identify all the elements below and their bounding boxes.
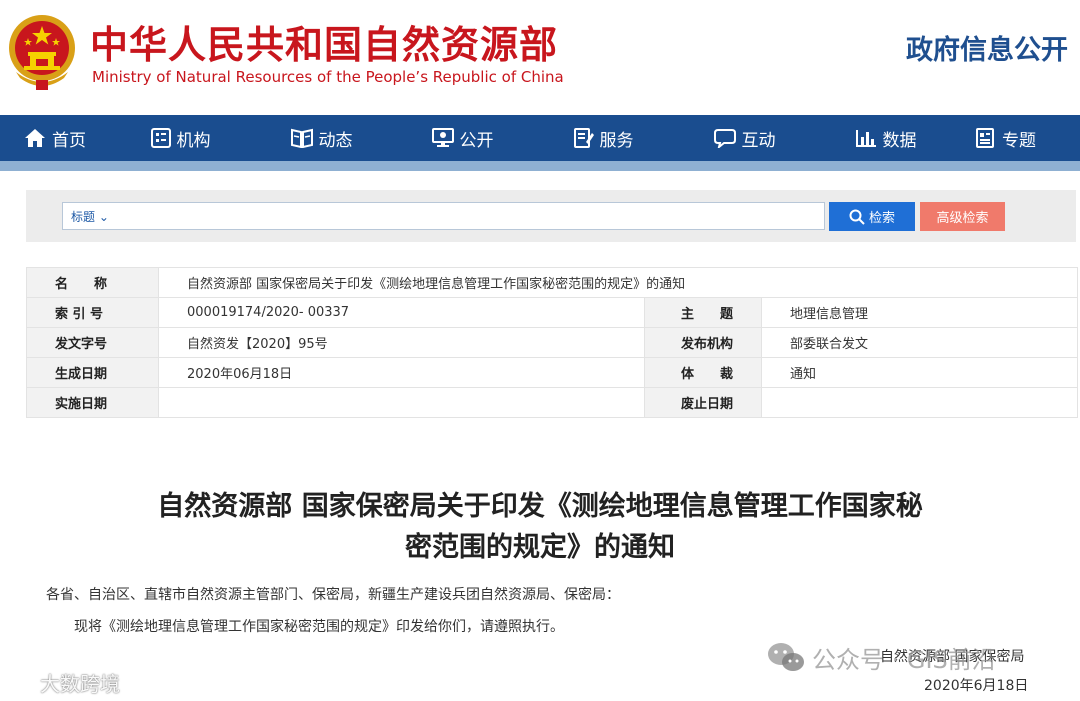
meta-value-genre: 通知 [761,357,1078,388]
advanced-search-button[interactable]: 高级检索 [920,202,1005,231]
meta-label-abol-date: 废止日期 [644,387,762,418]
meta-label-genre: 体 裁 [644,357,762,388]
article-salutation: 各省、自治区、直辖市自然资源主管部门、保密局，新疆生产建设兵团自然资源局、保密局… [46,587,620,603]
nav-label: 服务 [599,130,634,151]
site-header: 中华人民共和国自然资源部 Ministry of Natural Resourc… [0,0,1080,115]
meta-value-name: 自然资源部 国家保密局关于印发《测绘地理信息管理工作国家秘密范围的规定》的通知 [158,267,1078,298]
main-nav: 首页 机构 动态 公开 服务 互动 数据 专题 [0,115,1080,161]
table-row: 生成日期 2020年06月18日 体 裁 通知 [26,357,1078,388]
watermark-left: 大数跨境 [10,668,120,697]
table-row: 名 称 自然资源部 国家保密局关于印发《测绘地理信息管理工作国家秘密范围的规定》… [26,267,1078,298]
table-row: 发文字号 自然资发【2020】95号 发布机构 部委联合发文 [26,327,1078,358]
search-button[interactable]: 检索 [829,202,915,231]
nav-item-home[interactable]: 首页 [0,115,110,161]
watermark-logo-icon [10,674,40,691]
meta-value-topic: 地理信息管理 [761,297,1078,328]
nav-divider [0,161,1080,171]
document-edit-icon [573,128,594,148]
nav-label: 公开 [459,130,494,151]
watermark-left-text: 大数跨境 [40,672,120,696]
nav-label: 数据 [882,130,917,151]
nav-label: 专题 [1002,130,1036,151]
nav-item-topics[interactable]: 专题 [956,115,1056,161]
document-metadata-table: 名 称 自然资源部 国家保密局关于印发《测绘地理信息管理工作国家秘密范围的规定》… [26,267,1078,418]
meta-value-abol-date [761,387,1078,418]
national-emblem-icon [9,15,75,90]
home-icon [25,129,45,147]
nav-item-news[interactable]: 动态 [251,115,392,161]
wechat-icon [768,642,804,671]
table-row: 实施日期 废止日期 [26,387,1078,418]
chat-icon [713,129,736,148]
meta-label-index: 索 引 号 [26,297,159,328]
nav-item-public[interactable]: 公开 [392,115,533,161]
nav-label: 动态 [318,130,353,151]
meta-value-index: 000019174/2020- 00337 [158,297,645,328]
gov-info-open-link[interactable]: 政府信息公开 [906,28,1068,67]
search-panel: 标题 ⌄ 检索 高级检索 [26,190,1076,242]
meta-value-docno: 自然资发【2020】95号 [158,327,645,358]
meta-value-impl-date [158,387,645,418]
site-title: 中华人民共和国自然资源部 [90,23,559,67]
nav-label: 机构 [176,130,211,151]
nav-label: 首页 [52,130,86,151]
meta-label-gen-date: 生成日期 [26,357,159,388]
nav-item-interaction[interactable]: 互动 [674,115,815,161]
meta-label-impl-date: 实施日期 [26,387,159,418]
article-title: 自然资源部 国家保密局关于印发《测绘地理信息管理工作国家秘密范围的规定》的通知 [157,491,923,563]
search-input[interactable]: 标题 ⌄ [62,202,825,230]
article-body: 现将《测绘地理信息管理工作国家秘密范围的规定》印发给你们，请遵照执行。 [74,619,564,635]
meta-value-gen-date: 2020年06月18日 [158,357,645,388]
article-signature-date: 2020年6月18日 [924,678,1029,694]
book-icon [290,128,313,148]
meta-value-issuer: 部委联合发文 [761,327,1078,358]
organization-icon [150,128,171,148]
table-row: 索 引 号 000019174/2020- 00337 主 题 地理信息管理 [26,297,1078,328]
meta-label-name: 名 称 [26,267,159,298]
monitor-icon [431,128,454,147]
watermark-right-text: 公众号 · GIS前沿 [812,646,996,674]
nav-item-data[interactable]: 数据 [815,115,956,161]
meta-label-topic: 主 题 [644,297,762,328]
search-button-label: 检索 [868,211,895,226]
nav-item-organization[interactable]: 机构 [110,115,251,161]
nav-item-service[interactable]: 服务 [533,115,674,161]
watermark-right: 公众号 · GIS前沿 [766,640,996,675]
search-scope-dropdown[interactable]: 标题 ⌄ [71,208,109,225]
meta-label-docno: 发文字号 [26,327,159,358]
search-icon [849,209,865,225]
meta-label-issuer: 发布机构 [644,327,762,358]
site-subtitle: Ministry of Natural Resources of the Peo… [92,68,564,86]
bar-chart-icon [855,130,876,147]
nav-label: 互动 [741,130,776,151]
topic-icon [976,128,994,148]
